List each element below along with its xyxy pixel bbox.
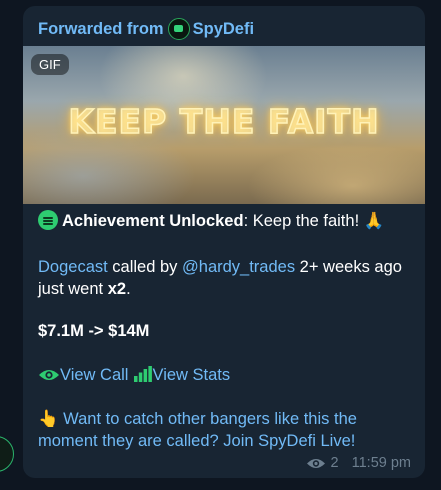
gif-badge: GIF [31, 54, 69, 75]
gif-media[interactable]: GIF KEEP THE FAITH [23, 46, 425, 204]
eye-icon [39, 370, 59, 380]
went-text: just went [38, 280, 108, 298]
promo-link-1[interactable]: Want to catch other bangers like this th… [59, 410, 357, 428]
called-by-text: called by [107, 258, 183, 276]
promo-line-1: 👆 Want to catch other bangers like this … [38, 408, 357, 430]
achievement-text: Keep the faith! [248, 212, 364, 230]
message-bubble: Forwarded from SpyDefi GIF KEEP THE FAIT… [23, 6, 425, 478]
message-time: 11:59 pm [351, 455, 411, 471]
achievement-title: Achievement Unlocked [62, 212, 244, 230]
caller-link[interactable]: @hardy_trades [182, 258, 295, 276]
multiplier-text: x2 [107, 280, 127, 298]
spydefi-logo-icon [38, 210, 58, 230]
forwarded-label: Forwarded from [38, 19, 164, 38]
forwarded-channel-name[interactable]: SpyDefi [193, 20, 254, 39]
period-text: . [126, 280, 131, 298]
promo-line-2: moment they are called? Join SpyDefi Liv… [38, 430, 355, 452]
view-stats-link[interactable]: View Stats [152, 366, 230, 384]
pray-emoji-icon: 🙏 [363, 212, 385, 230]
view-count: 2 [330, 455, 339, 471]
views-eye-icon [306, 458, 325, 468]
pointing-up-emoji-icon: 👆 [38, 410, 59, 428]
call-line-2: just went x2. [38, 278, 131, 300]
view-call-link[interactable]: View Call [60, 366, 128, 384]
promo-link-2[interactable]: moment they are called? Join SpyDefi Liv… [38, 432, 355, 450]
channel-avatar-icon [167, 18, 190, 40]
gif-overlay-text: KEEP THE FAITH [68, 101, 380, 142]
forwarded-header[interactable]: Forwarded from SpyDefi [38, 18, 254, 40]
call-line-1: Dogecast called by @hardy_trades 2+ week… [38, 256, 402, 278]
achievement-line: Achievement Unlocked: Keep the faith! 🙏 [38, 210, 384, 232]
message-meta: 2 11:59 pm [306, 455, 411, 471]
call-time-text: 2+ weeks ago [295, 258, 402, 276]
market-cap-text: $7.1M -> $14M [38, 322, 150, 340]
token-link[interactable]: Dogecast [38, 258, 108, 276]
actions-line: View Call View Stats [38, 364, 230, 386]
bar-chart-icon [134, 366, 153, 382]
sender-avatar[interactable] [0, 436, 14, 472]
